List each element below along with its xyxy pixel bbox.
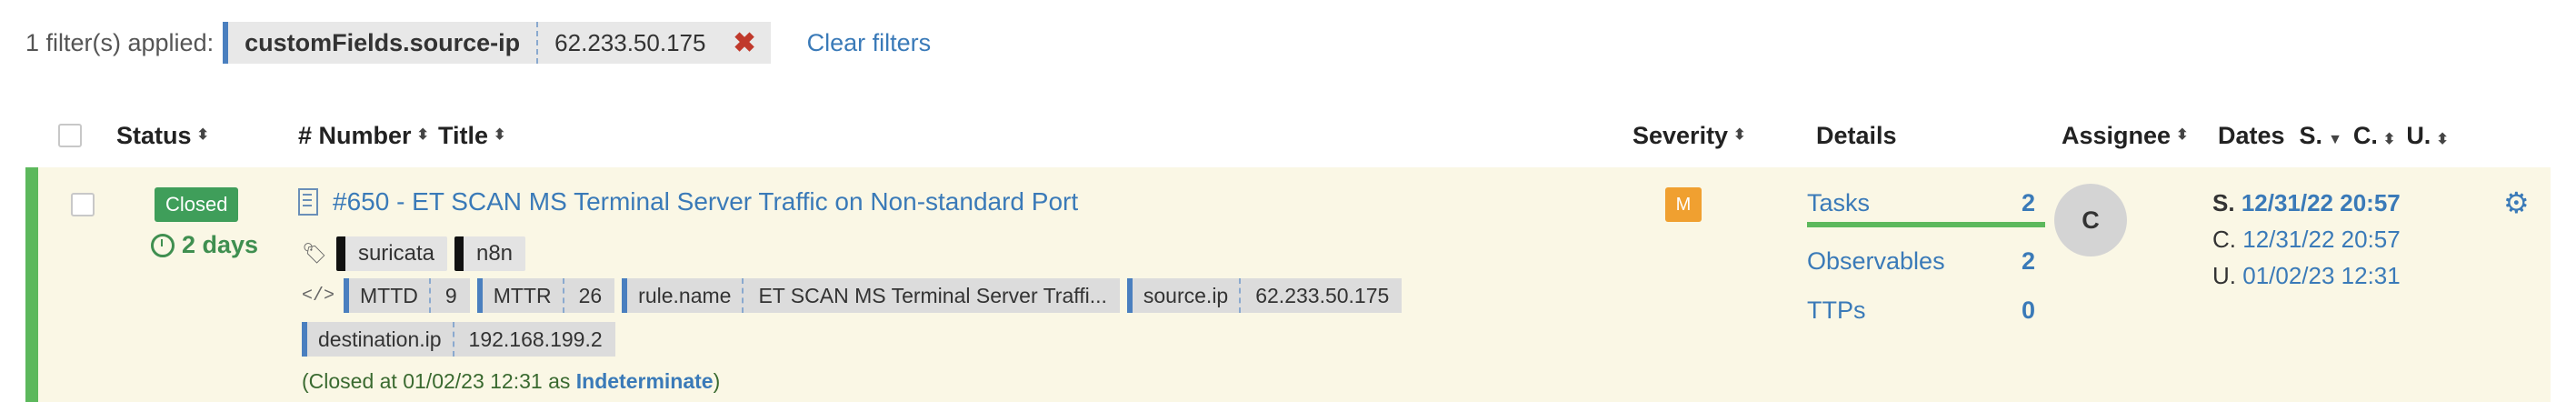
custom-fields-line2: destination.ip 192.168.199.2	[302, 322, 623, 357]
sort-icon: ⬍	[196, 127, 209, 143]
ttps-link[interactable]: TTPs	[1807, 296, 1866, 325]
tasks-progress-bar	[1807, 222, 2045, 227]
case-age: 2 days	[151, 231, 258, 259]
sort-icon: ⬍	[416, 127, 429, 143]
clear-filters-link[interactable]: Clear filters	[807, 29, 932, 57]
building-icon	[298, 188, 318, 216]
observables-link[interactable]: Observables	[1807, 247, 1945, 276]
case-title-link[interactable]: #650 - ET SCAN MS Terminal Server Traffi…	[298, 187, 1078, 216]
table-row: Closed 2 days #650 - ET SCAN MS Terminal…	[25, 167, 2551, 402]
tag-list: 🏷 suricata n8n	[302, 236, 533, 271]
date-updated: U. 01/02/23 12:31	[2212, 262, 2401, 289]
tag[interactable]: suricata	[335, 236, 447, 271]
sort-icon: ⬍	[2382, 131, 2396, 147]
filter-chip-key: customFields.source-ip	[228, 22, 539, 64]
filter-chip[interactable]: customFields.source-ip 62.233.50.175 ✖	[223, 22, 771, 64]
sort-icon: ⬍	[494, 127, 506, 143]
tag[interactable]: n8n	[454, 236, 526, 271]
status-badge: Closed	[155, 187, 239, 222]
sort-icon: ⬍	[2176, 127, 2189, 143]
avatar[interactable]: C	[2054, 184, 2127, 256]
sort-icon: ⬍	[2436, 131, 2449, 147]
sort-icon: ⬍	[1733, 127, 1746, 143]
select-all-checkbox[interactable]	[58, 115, 82, 156]
filter-bar: 1 filter(s) applied: customFields.source…	[25, 20, 931, 65]
header-severity[interactable]: Severity ⬍	[1632, 115, 1745, 156]
header-details: Details	[1816, 121, 1897, 149]
resolution-status: Indeterminate	[575, 369, 714, 393]
header-title[interactable]: Title ⬍	[438, 115, 505, 156]
header-assignee[interactable]: Assignee ⬍	[2062, 115, 2188, 156]
sort-dates-u[interactable]: U. ⬍	[2406, 122, 2448, 150]
observables-count: 2	[2022, 247, 2036, 275]
sort-desc-icon: ▼	[2328, 131, 2342, 147]
sort-dates-c[interactable]: C. ⬍	[2353, 122, 2395, 150]
custom-fields: </> MTTD 9 MTTR 26 rule.name ET SCAN MS Ter…	[302, 278, 1409, 313]
filter-chip-value: 62.233.50.175	[554, 28, 706, 56]
header-status[interactable]: Status ⬍	[116, 115, 209, 156]
row-checkbox[interactable]	[71, 193, 95, 216]
clock-icon	[151, 233, 175, 257]
close-icon[interactable]: ✖	[718, 27, 770, 59]
custom-field[interactable]: destination.ip 192.168.199.2	[302, 322, 615, 357]
tasks-count: 2	[2022, 189, 2036, 216]
tags-icon: 🏷	[302, 242, 327, 265]
closed-note: (Closed at 01/02/23 12:31 as Indetermina…	[302, 369, 721, 393]
filter-summary: 1 filter(s) applied:	[25, 28, 215, 56]
gear-icon[interactable]: ⚙	[2503, 186, 2530, 220]
tasks-link[interactable]: Tasks	[1807, 189, 1870, 217]
custom-field[interactable]: rule.name ET SCAN MS Terminal Server Traf…	[622, 278, 1120, 313]
custom-field[interactable]: MTTR 26	[476, 278, 615, 313]
date-started: S. 12/31/22 20:57	[2212, 189, 2401, 216]
sort-dates-s[interactable]: S. ▼	[2300, 122, 2342, 150]
code-icon: </>	[302, 285, 335, 307]
header-number[interactable]: # Number ⬍	[298, 115, 429, 156]
ttps-count: 0	[2022, 296, 2036, 324]
header-dates: Dates S. ▼ C. ⬍ U. ⬍	[2218, 121, 2449, 150]
custom-field[interactable]: MTTD 9	[344, 278, 470, 313]
date-created: C. 12/31/22 20:57	[2212, 226, 2401, 253]
custom-field[interactable]: source.ip 62.233.50.175	[1126, 278, 1403, 313]
severity-badge: M	[1665, 187, 1702, 222]
